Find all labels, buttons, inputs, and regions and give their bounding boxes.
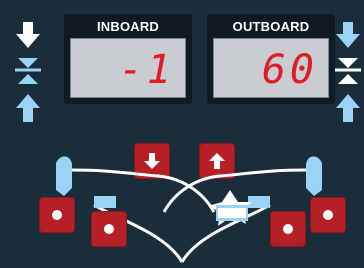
dot-icon	[283, 224, 293, 234]
right-weight-button-1[interactable]	[310, 197, 346, 233]
dot-icon	[323, 210, 333, 220]
right-weight-button-2[interactable]	[270, 211, 306, 247]
left-weight-button-2[interactable]	[91, 211, 127, 247]
left-weight-button-1[interactable]	[39, 197, 75, 233]
dot-icon	[52, 210, 62, 220]
balancer-control-panel: INBOARD -1 OUTBOARD 60	[0, 0, 364, 268]
dot-icon	[104, 224, 114, 234]
